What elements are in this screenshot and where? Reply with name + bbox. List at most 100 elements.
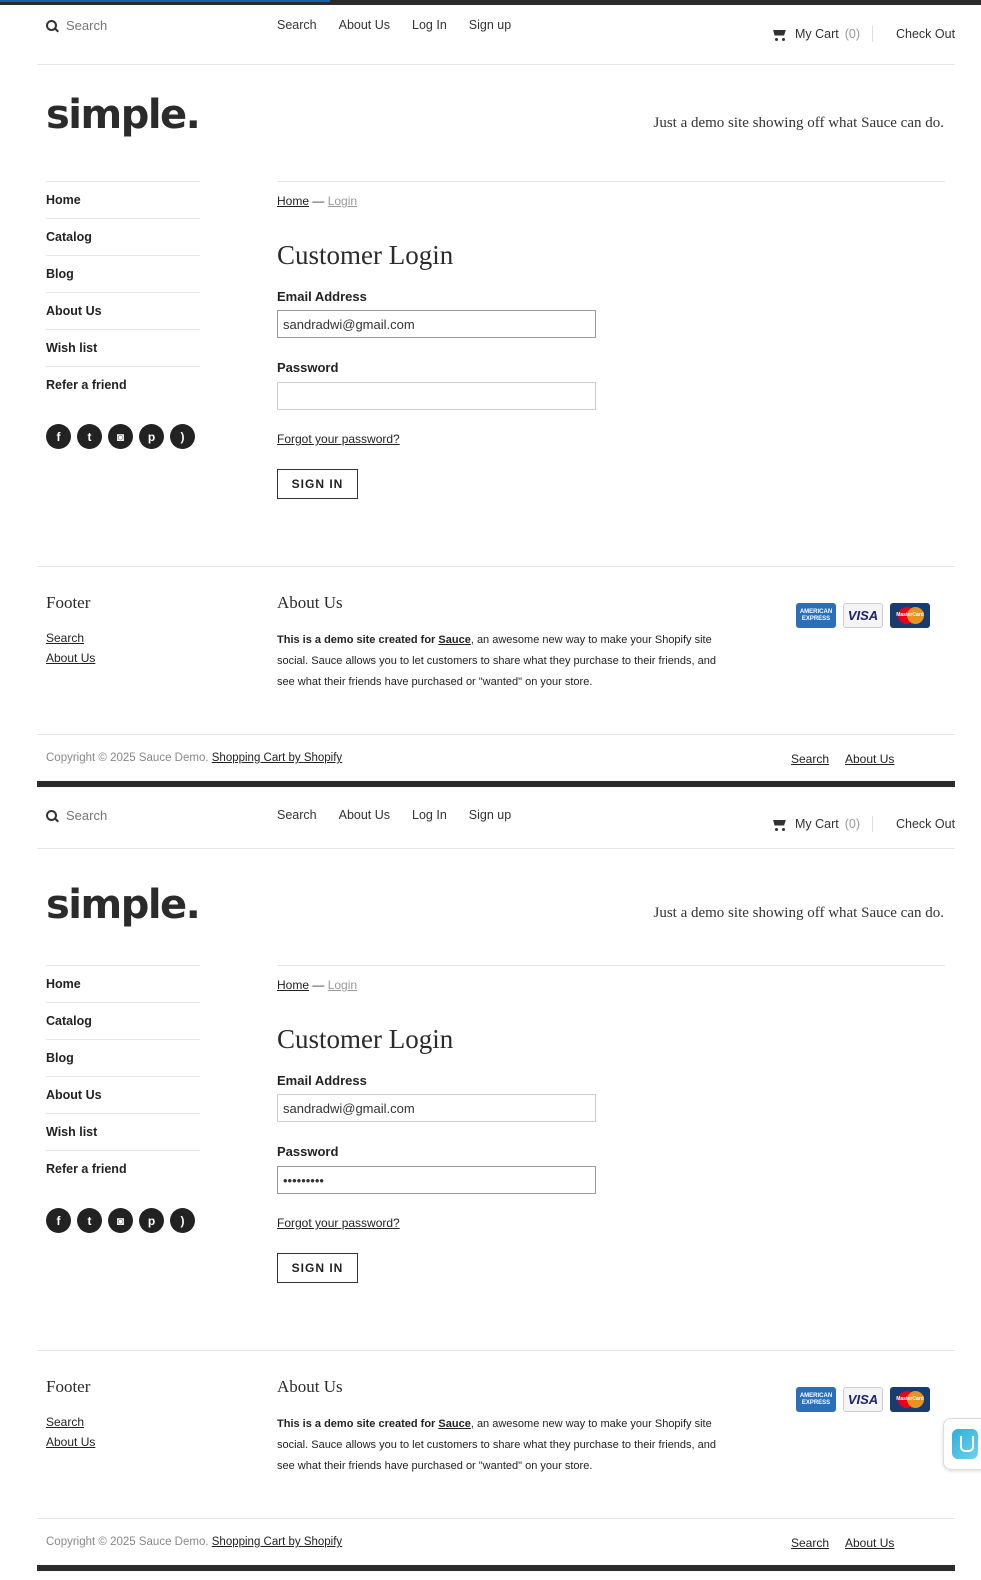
- search-input[interactable]: [66, 808, 226, 823]
- sign-in-button[interactable]: SIGN IN: [277, 469, 358, 499]
- top-nav-search[interactable]: Search: [277, 18, 317, 32]
- email-field[interactable]: [277, 1094, 596, 1122]
- site-tagline: Just a demo site showing off what Sauce …: [653, 905, 944, 921]
- top-nav-about-us[interactable]: About Us: [339, 808, 390, 822]
- breadcrumb-current[interactable]: Login: [328, 194, 357, 208]
- top-nav-log-in[interactable]: Log In: [412, 808, 447, 822]
- shopify-link[interactable]: Shopping Cart by Shopify: [212, 1536, 342, 1548]
- sidebar-item-home[interactable]: Home: [46, 965, 200, 1002]
- password-field[interactable]: [277, 382, 596, 410]
- twitter-icon[interactable]: t: [77, 424, 102, 449]
- sidebar-item-wish-list[interactable]: Wish list: [46, 1113, 200, 1150]
- site-logo[interactable]: simple.: [46, 882, 201, 928]
- sidebar-item-catalog[interactable]: Catalog: [46, 1002, 200, 1039]
- sidebar-item-about-us[interactable]: About Us: [46, 1076, 200, 1113]
- amex-card-icon: AMERICAN EXPRESS: [796, 1387, 836, 1412]
- check-out-link[interactable]: Check Out: [896, 817, 955, 831]
- sidebar-item-wish-list[interactable]: Wish list: [46, 329, 200, 366]
- header-divider: [872, 816, 873, 832]
- facebook-icon[interactable]: f: [46, 424, 71, 449]
- footer-bottom-rule: [37, 1518, 955, 1519]
- sidebar-item-refer-a-friend[interactable]: Refer a friend: [46, 1150, 200, 1187]
- email-label: Email Address: [277, 1073, 367, 1088]
- footer-title: Footer: [46, 1377, 91, 1396]
- rss-icon[interactable]: ): [170, 424, 195, 449]
- breadcrumb-separator: —: [309, 978, 328, 992]
- rss-icon[interactable]: ): [170, 1208, 195, 1233]
- sign-in-button[interactable]: SIGN IN: [277, 1253, 358, 1283]
- footer-link-search[interactable]: Search: [46, 1415, 84, 1429]
- password-field[interactable]: [277, 1166, 596, 1194]
- search-icon: [46, 19, 58, 32]
- footer-about-title: About Us: [277, 1377, 343, 1396]
- sidebar-nav: Home Catalog Blog About Us Wish list Ref…: [46, 965, 200, 1187]
- copyright: Copyright © 2025 Sauce Demo. Shopping Ca…: [46, 752, 342, 764]
- cart-count: (0): [844, 817, 861, 831]
- header-divider: [872, 26, 873, 42]
- sidebar-item-blog[interactable]: Blog: [46, 1039, 200, 1076]
- breadcrumb-current[interactable]: Login: [328, 978, 357, 992]
- footer-link-about-us[interactable]: About Us: [46, 1435, 95, 1449]
- breadcrumb-home[interactable]: Home: [277, 978, 309, 992]
- site-logo[interactable]: simple.: [46, 92, 201, 138]
- shopify-link[interactable]: Shopping Cart by Shopify: [212, 752, 342, 764]
- hand-icon: [952, 1429, 978, 1459]
- mastercard-icon: MasterCard: [890, 603, 930, 628]
- cart-count: (0): [844, 27, 861, 41]
- bottom-link-search[interactable]: Search: [791, 752, 829, 766]
- twitter-icon[interactable]: t: [77, 1208, 102, 1233]
- email-field[interactable]: [277, 310, 596, 338]
- breadcrumb-separator: —: [309, 194, 328, 208]
- breadcrumb: Home — Login: [277, 194, 357, 208]
- mastercard-label: MasterCard: [896, 1396, 924, 1402]
- page-title: Customer Login: [277, 240, 454, 270]
- content-rule: [277, 965, 945, 966]
- instagram-icon[interactable]: ◙: [108, 1208, 133, 1233]
- facebook-icon[interactable]: f: [46, 1208, 71, 1233]
- top-nav-sign-up[interactable]: Sign up: [469, 808, 511, 822]
- top-nav-search[interactable]: Search: [277, 808, 317, 822]
- bottom-link-about-us[interactable]: About Us: [845, 752, 894, 766]
- cart-icon: [771, 28, 789, 41]
- pinterest-icon[interactable]: p: [139, 1208, 164, 1233]
- pinterest-icon[interactable]: p: [139, 424, 164, 449]
- bottom-link-about-us[interactable]: About Us: [845, 1536, 894, 1550]
- sauce-link[interactable]: Sauce: [438, 634, 470, 646]
- cart-label: My Cart: [795, 27, 839, 41]
- header-search[interactable]: [46, 18, 226, 33]
- check-out-link[interactable]: Check Out: [896, 27, 955, 41]
- forgot-password-link[interactable]: Forgot your password?: [277, 432, 400, 446]
- sauce-link[interactable]: Sauce: [438, 1418, 470, 1430]
- search-input[interactable]: [66, 18, 226, 33]
- breadcrumb-home[interactable]: Home: [277, 194, 309, 208]
- sidebar-item-blog[interactable]: Blog: [46, 255, 200, 292]
- top-nav-sign-up[interactable]: Sign up: [469, 18, 511, 32]
- sidebar-item-catalog[interactable]: Catalog: [46, 218, 200, 255]
- instagram-icon[interactable]: ◙: [108, 424, 133, 449]
- my-cart-link[interactable]: My Cart (0): [771, 817, 860, 831]
- about-us-text: This is a demo site created for Sauce, a…: [277, 1414, 722, 1477]
- bottom-link-search[interactable]: Search: [791, 1536, 829, 1550]
- header-rule: [37, 848, 955, 849]
- page-title: Customer Login: [277, 1024, 454, 1054]
- copyright: Copyright © 2025 Sauce Demo. Shopping Ca…: [46, 1536, 342, 1548]
- visa-card-icon: VISA: [843, 1387, 883, 1412]
- accessibility-widget[interactable]: [943, 1418, 981, 1470]
- header-search[interactable]: [46, 808, 226, 823]
- footer-link-about-us[interactable]: About Us: [46, 651, 95, 665]
- sidebar-item-about-us[interactable]: About Us: [46, 292, 200, 329]
- my-cart-link[interactable]: My Cart (0): [771, 27, 860, 41]
- sidebar-item-home[interactable]: Home: [46, 181, 200, 218]
- top-nav-about-us[interactable]: About Us: [339, 18, 390, 32]
- payment-cards: AMERICAN EXPRESS VISA MasterCard: [796, 1387, 930, 1412]
- cart-icon: [771, 818, 789, 831]
- top-bar-accent: [0, 0, 330, 2]
- top-nav-log-in[interactable]: Log In: [412, 18, 447, 32]
- footer-top-rule: [37, 1350, 955, 1351]
- shopify-prefix: Shopping Cart by: [211, 1536, 304, 1548]
- sidebar-item-refer-a-friend[interactable]: Refer a friend: [46, 366, 200, 403]
- forgot-password-link[interactable]: Forgot your password?: [277, 1216, 400, 1230]
- footer-link-search[interactable]: Search: [46, 631, 84, 645]
- shopify-prefix: Shopping Cart by: [211, 752, 304, 764]
- footer-title: Footer: [46, 593, 91, 612]
